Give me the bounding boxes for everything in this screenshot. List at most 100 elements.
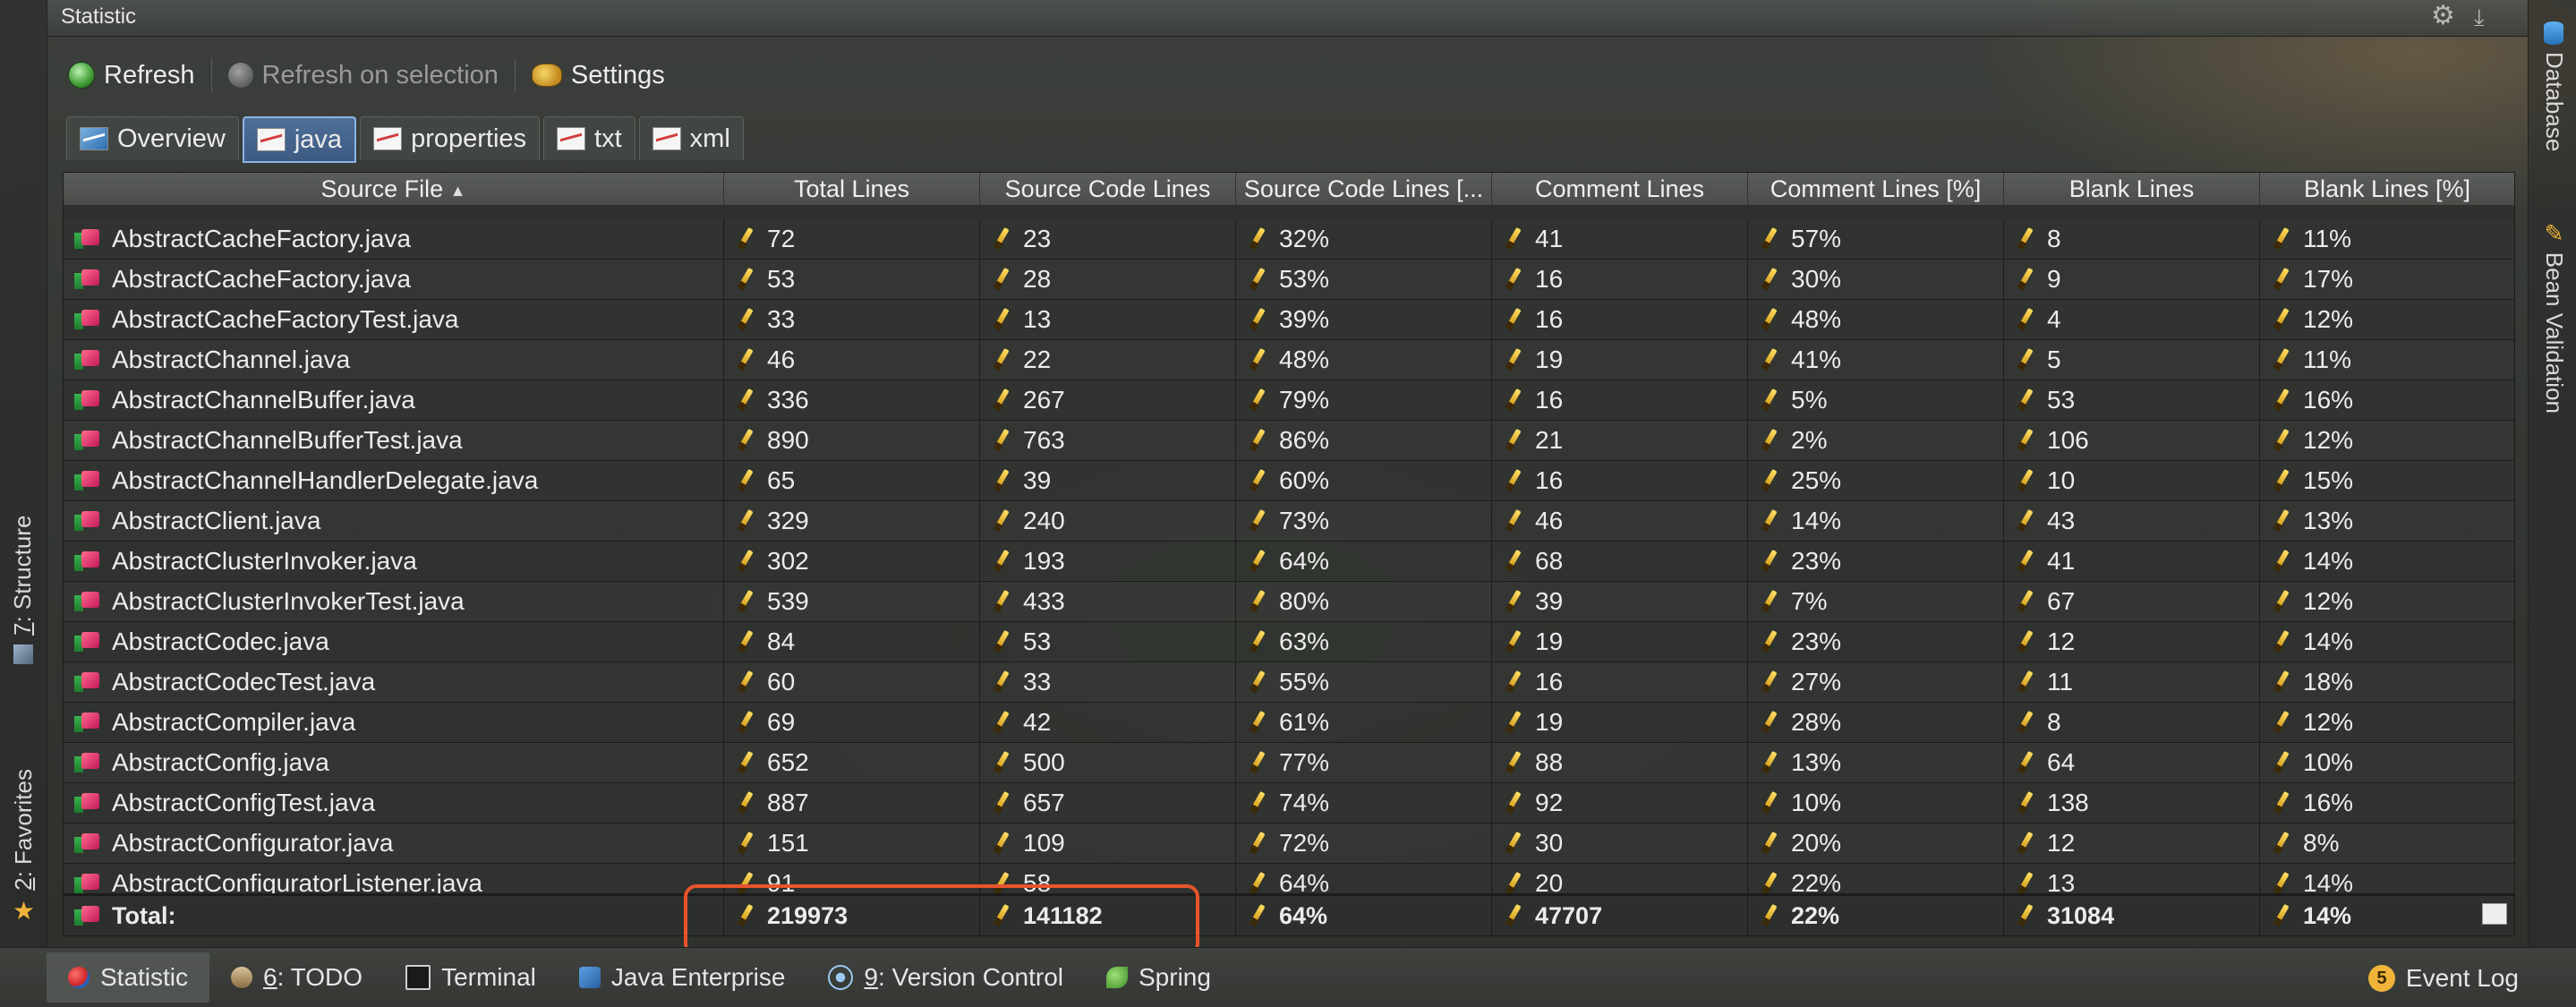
table-row[interactable]: AbstractCodec.java 84 53 63% 19 23% 12 14% (64, 622, 2514, 662)
favorites-tool-button[interactable]: ★ 2: Favorites (9, 769, 38, 925)
event-log-button[interactable]: 5 Event Log (2347, 953, 2540, 1003)
tab-overview[interactable]: Overview (66, 116, 239, 160)
table-row[interactable]: AbstractCacheFactoryTest.java 33 13 39% 16 48… (64, 300, 2514, 340)
terminal-tool-button[interactable]: Terminal (384, 952, 558, 1003)
cell-comment-percent: 14% (1748, 501, 2004, 541)
tab-properties[interactable]: properties (360, 116, 541, 160)
java-file-icon (74, 431, 99, 450)
cell-value: 69 (767, 708, 796, 736)
table-row[interactable]: AbstractConfigurator.java 151 109 72% 30 20% 1… (64, 824, 2514, 864)
table-row[interactable]: AbstractChannel.java 46 22 48% 19 41% 5 11% (64, 340, 2514, 380)
java-enterprise-tool-button[interactable]: Java Enterprise (558, 952, 807, 1003)
column-header-source-file[interactable]: Source File ▲ (64, 173, 724, 205)
column-header-comment-percent[interactable]: Comment Lines [%] (1748, 173, 2004, 205)
tab-java[interactable]: java (242, 116, 357, 163)
todo-tool-button[interactable]: 6: TODO (209, 952, 384, 1003)
bean-validation-tool-button[interactable]: ✎ Bean Validation (2540, 219, 2568, 414)
brush-icon (2273, 630, 2290, 653)
brush-icon (1761, 550, 1778, 573)
table-row[interactable]: AbstractChannelHandlerDelegate.java 65 39 6… (64, 461, 2514, 501)
cell-source-code-percent: 32% (1236, 219, 1492, 259)
brush-icon (1249, 904, 1267, 927)
database-icon (2544, 21, 2564, 45)
java-file-icon (74, 350, 99, 370)
table-row[interactable]: AbstractChannelBuffer.java 336 267 79% 16 5% 5… (64, 380, 2514, 421)
brush-icon (1249, 872, 1267, 895)
download-icon[interactable]: ⤓ (2474, 4, 2485, 32)
cell-value: 33 (767, 305, 796, 333)
cell-total-lines: 539 (724, 582, 980, 621)
brush-icon (1505, 590, 1523, 613)
java-file-icon (74, 310, 99, 329)
cell-value: 539 (767, 587, 809, 615)
brush-icon (737, 348, 755, 371)
settings-button[interactable]: Settings (519, 53, 678, 98)
cell-comment-lines: 19 (1492, 340, 1748, 380)
cell-value: 48% (1791, 305, 1842, 333)
cell-comment-percent: 23% (1748, 622, 2004, 661)
restore-corner-icon[interactable] (2482, 903, 2507, 925)
brush-icon (1505, 348, 1523, 371)
cell-value: 16 (1535, 265, 1564, 293)
spring-tool-button[interactable]: Spring (1085, 952, 1233, 1003)
table-row[interactable]: AbstractCodecTest.java 60 33 55% 16 27% 11 18% (64, 662, 2514, 703)
brush-icon (993, 429, 1011, 452)
database-label: Database (2541, 52, 2568, 152)
table-row[interactable]: AbstractCompiler.java 69 42 61% 19 28% 8 12% (64, 703, 2514, 743)
column-header-source-code-lines[interactable]: Source Code Lines (980, 173, 1236, 205)
brush-icon (993, 388, 1011, 412)
star-icon: ★ (12, 896, 36, 925)
cell-blank-percent: 11% (2260, 219, 2514, 259)
favorites-label: Favorites (10, 769, 37, 865)
table-row[interactable]: AbstractClusterInvokerTest.java 539 433 80%… (64, 582, 2514, 622)
table-row[interactable]: AbstractCacheFactory.java 53 28 53% 16 30% 9 17… (64, 260, 2514, 300)
column-header-total-lines[interactable]: Total Lines (724, 173, 980, 205)
cell-value: 12% (2303, 587, 2354, 615)
brush-icon (993, 630, 1011, 653)
structure-tool-button[interactable]: 7: Structure (9, 516, 37, 664)
brush-icon (2273, 590, 2290, 613)
database-tool-button[interactable]: Database (2540, 21, 2568, 152)
version-control-tool-button[interactable]: 9: Version Control (806, 952, 1085, 1003)
cell-value: 138 (2047, 789, 2089, 816)
cell-value: 92 (1535, 789, 1564, 816)
cell-source-code-percent: 79% (1236, 380, 1492, 420)
cell-source-code-percent: 55% (1236, 662, 1492, 702)
cell-value: 19 (1535, 708, 1564, 736)
cell-value: 32% (1279, 225, 1330, 252)
brush-icon (2273, 227, 2290, 251)
spring-label: Spring (1139, 963, 1211, 991)
column-header-comment-lines[interactable]: Comment Lines (1492, 173, 1748, 205)
column-header-source-code-percent[interactable]: Source Code Lines [... (1236, 173, 1492, 205)
cell-source-file: AbstractChannel.java (64, 340, 724, 380)
brush-icon (1505, 268, 1523, 291)
table-row[interactable]: AbstractConfigTest.java 887 657 74% 92 10% 138… (64, 783, 2514, 824)
brush-icon (2017, 751, 2034, 774)
cell-total-lines: 302 (724, 542, 980, 581)
total-cell: 22% (1748, 896, 2004, 935)
cell-value: AbstractCacheFactory.java (112, 225, 412, 252)
cell-value: 267 (1023, 386, 1065, 414)
column-header-blank-percent[interactable]: Blank Lines [%] (2260, 173, 2514, 205)
table-row[interactable]: AbstractCacheFactory.java 72 23 32% 41 57% 8 11… (64, 219, 2514, 260)
table-row[interactable]: AbstractClient.java 329 240 73% 46 14% 43 13% (64, 501, 2514, 542)
gear-icon[interactable]: ⚙ (2431, 0, 2455, 31)
cell-value: AbstractChannel.java (112, 346, 351, 373)
java-file-icon (74, 793, 99, 813)
column-header-blank-lines[interactable]: Blank Lines (2004, 173, 2260, 205)
table-row[interactable]: AbstractChannelBufferTest.java 890 763 86% 2… (64, 421, 2514, 461)
statistic-tool-button[interactable]: Statistic (47, 952, 210, 1003)
tab-txt[interactable]: txt (543, 116, 635, 160)
cell-value: 80% (1279, 587, 1330, 615)
cell-source-code-percent: 60% (1236, 461, 1492, 500)
brush-icon (1505, 469, 1523, 492)
cell-comment-lines: 19 (1492, 703, 1748, 742)
refresh-on-selection-button[interactable]: Refresh on selection (216, 53, 511, 98)
refresh-button[interactable]: Refresh (55, 53, 208, 98)
total-cell: 219973 (724, 896, 980, 935)
cell-blank-percent: 12% (2260, 421, 2514, 460)
table-row[interactable]: AbstractConfig.java 652 500 77% 88 13% 64 10% (64, 743, 2514, 783)
table-row[interactable]: AbstractClusterInvoker.java 302 193 64% 68 23… (64, 542, 2514, 582)
tab-xml[interactable]: xml (638, 116, 744, 160)
cell-value: AbstractCacheFactory.java (112, 265, 412, 293)
